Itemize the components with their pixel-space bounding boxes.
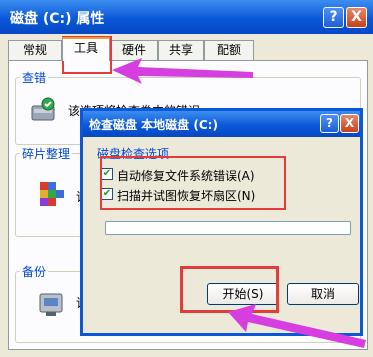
arrow-to-tools-tab: [112, 58, 253, 84]
check-disk-icon: [30, 96, 58, 124]
check-progress-bar: [105, 221, 351, 235]
defrag-icon: [38, 180, 66, 210]
defrag-group-label: 碎片整理: [20, 145, 73, 162]
dialog-title-bar[interactable]: 检查磁盘 本地磁盘 (C:) ? X: [83, 111, 360, 137]
backup-group-label: 备份: [20, 263, 49, 280]
dialog-title: 检查磁盘 本地磁盘 (C:): [89, 118, 218, 132]
close-button[interactable]: X: [346, 7, 367, 28]
dialog-close-button[interactable]: X: [340, 114, 359, 133]
arrow-to-start-button: [228, 304, 366, 348]
options-highlight: [100, 156, 286, 210]
properties-title-bar[interactable]: 磁盘 (C:) 属性 ? X: [0, 0, 373, 34]
tab-tools[interactable]: 工具: [62, 37, 110, 61]
tab-general[interactable]: 常规: [8, 40, 62, 60]
check-group-label: 查错: [20, 69, 49, 86]
properties-title: 磁盘 (C:) 属性: [10, 11, 105, 27]
help-button[interactable]: ?: [323, 7, 344, 28]
dialog-help-button[interactable]: ?: [320, 114, 339, 133]
backup-icon: [38, 288, 66, 318]
